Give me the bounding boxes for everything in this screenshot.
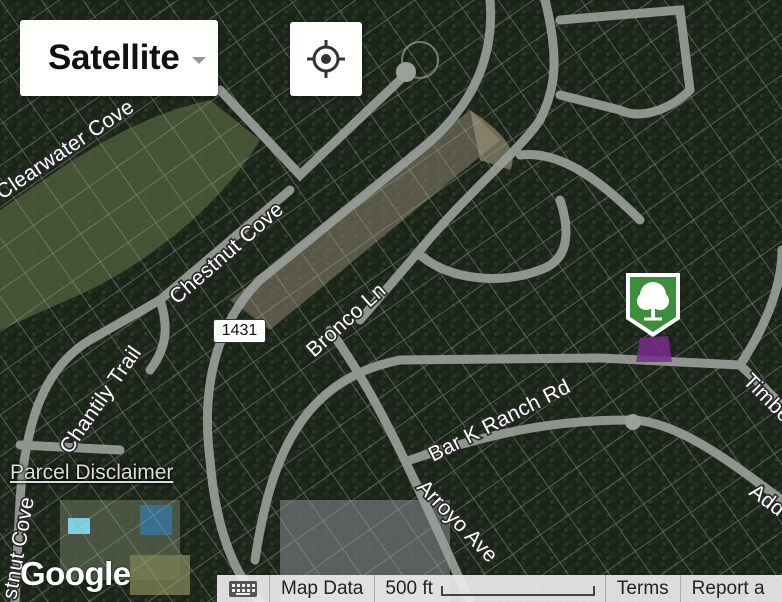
crosshair-icon — [307, 40, 345, 78]
locate-button[interactable] — [290, 22, 362, 96]
keyboard-shortcuts-button[interactable] — [217, 575, 270, 602]
highway-shield: 1431 — [213, 319, 266, 343]
map-type-label: Satellite — [48, 38, 180, 77]
scale-indicator[interactable]: 500 ft — [375, 575, 606, 602]
chevron-down-icon — [191, 56, 206, 64]
tree-marker-icon — [626, 273, 680, 337]
report-link[interactable]: Report a — [681, 575, 776, 602]
property-marker[interactable] — [622, 269, 684, 346]
keyboard-icon — [229, 580, 257, 597]
scale-label: 500 ft — [385, 577, 433, 599]
map-data-link[interactable]: Map Data — [270, 575, 376, 602]
google-logo: Google — [20, 555, 131, 592]
map-type-selector[interactable]: Satellite — [20, 20, 218, 96]
scale-bar — [440, 585, 595, 596]
attribution-bar: Map Data 500 ft Terms Report a — [217, 575, 782, 602]
terms-link[interactable]: Terms — [606, 575, 681, 602]
parcel-disclaimer-link[interactable]: Parcel Disclaimer — [10, 461, 173, 485]
